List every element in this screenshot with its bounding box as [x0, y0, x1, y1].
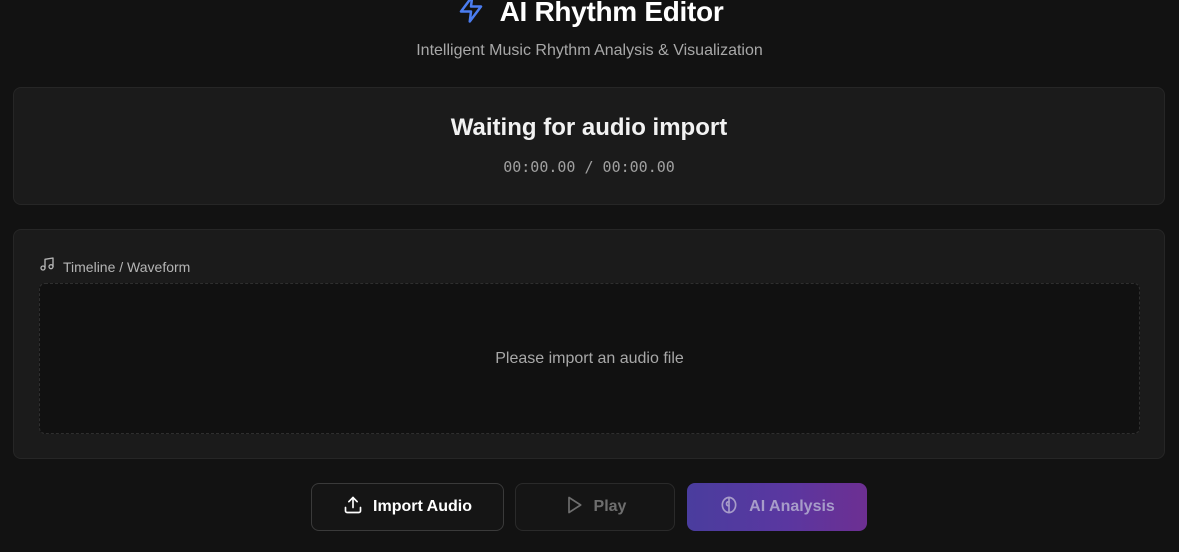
timeline-header: Timeline / Waveform: [39, 256, 190, 277]
waveform-placeholder: Please import an audio file: [495, 349, 684, 367]
current-time: 00:00.00: [503, 158, 576, 176]
time-separator: /: [584, 158, 594, 176]
waveform-area[interactable]: Please import an audio file: [39, 283, 1140, 434]
import-audio-button[interactable]: Import Audio: [311, 483, 504, 531]
play-icon: [564, 495, 584, 520]
upload-icon: [343, 495, 363, 520]
timeline-label: Timeline / Waveform: [63, 258, 191, 275]
play-button[interactable]: Play: [515, 483, 675, 531]
brain-icon: [719, 495, 739, 520]
app-subtitle: Intelligent Music Rhythm Analysis & Visu…: [416, 42, 763, 59]
ai-analysis-label: AI Analysis: [749, 498, 835, 515]
total-time: 00:00.00: [602, 158, 675, 176]
play-label: Play: [593, 498, 627, 515]
app-header: AI Rhythm Editor Intelligent Music Rhyth…: [0, 0, 1179, 80]
timeline-card: Timeline / Waveform Please import an aud…: [13, 229, 1165, 459]
lightning-bolt-icon: [456, 0, 486, 29]
title-row: AI Rhythm Editor: [0, 0, 1179, 29]
status-card: Waiting for audio import 00:00.00 / 00:0…: [13, 87, 1165, 205]
status-message: Waiting for audio import: [450, 114, 728, 141]
app-title: AI Rhythm Editor: [499, 0, 724, 27]
ai-analysis-button[interactable]: AI Analysis: [687, 483, 867, 531]
time-readout: 00:00.00 / 00:00.00: [14, 158, 1164, 176]
music-note-icon: [39, 256, 55, 277]
import-audio-label: Import Audio: [373, 498, 472, 515]
control-bar: Import Audio Play AI Analysis: [0, 483, 1179, 531]
